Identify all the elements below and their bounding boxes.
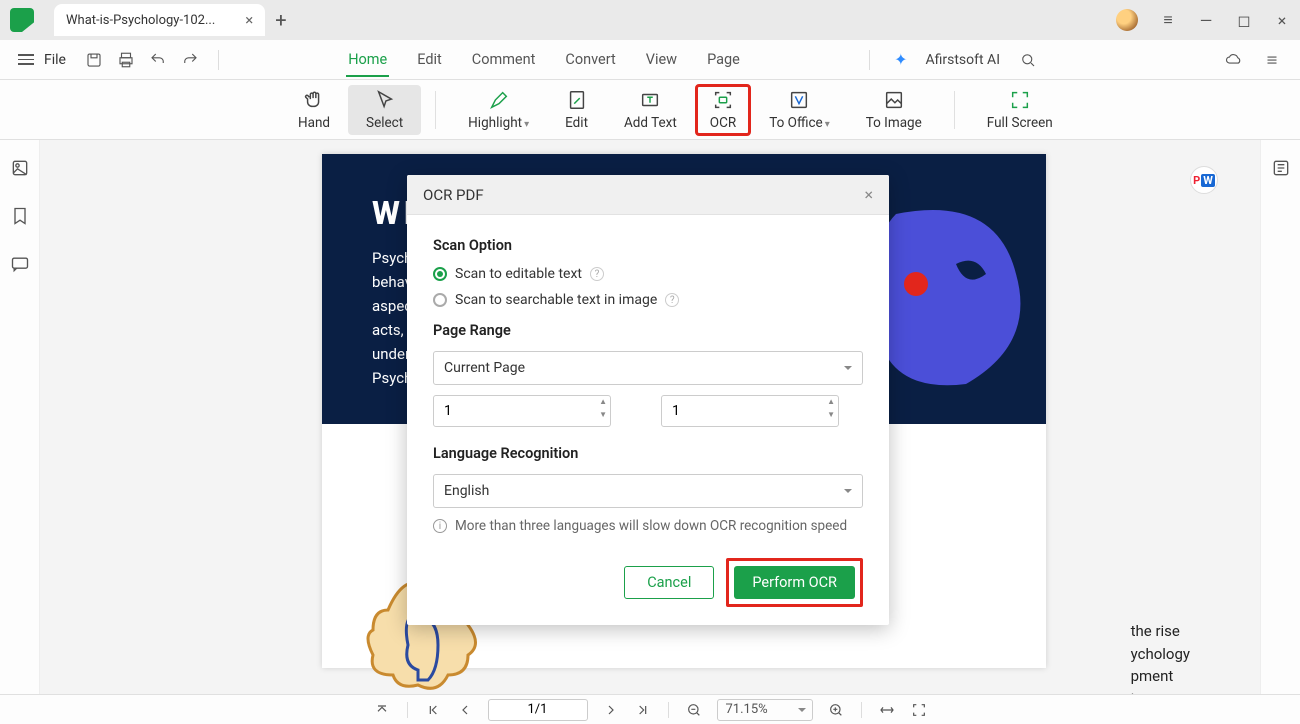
bookmark-icon[interactable] xyxy=(10,206,30,230)
menu-comment[interactable]: Comment xyxy=(470,43,538,76)
toolbar: Hand Select Highlight▾ Edit Add Text OCR… xyxy=(0,80,1300,140)
ai-icon: ✦ xyxy=(894,50,907,69)
statusbar: 71.15% xyxy=(0,694,1300,724)
menu-home[interactable]: Home xyxy=(346,43,389,76)
info-icon[interactable]: ? xyxy=(590,267,604,281)
fit-page-icon[interactable] xyxy=(910,701,928,719)
tool-addtext[interactable]: Add Text xyxy=(606,85,695,135)
dialog-titlebar: OCR PDF × xyxy=(407,175,889,215)
step-down-icon[interactable]: ▼ xyxy=(827,411,835,424)
menu-icon[interactable] xyxy=(18,54,34,65)
new-tab-button[interactable]: + xyxy=(275,8,286,32)
tool-fullscreen[interactable]: Full Screen xyxy=(969,85,1071,135)
page-range-heading: Page Range xyxy=(433,322,863,339)
comments-icon[interactable] xyxy=(10,254,30,278)
language-select[interactable]: English xyxy=(433,474,863,508)
menu-page[interactable]: Page xyxy=(705,43,742,76)
zoom-in-icon[interactable] xyxy=(827,701,845,719)
app-logo xyxy=(10,8,34,32)
tool-edit[interactable]: Edit xyxy=(547,85,606,135)
tool-ocr[interactable]: OCR xyxy=(695,84,751,136)
perform-ocr-highlight: Perform OCR xyxy=(726,558,863,607)
file-menu[interactable]: File xyxy=(44,52,66,68)
ocr-dialog: OCR PDF × Scan Option Scan to editable t… xyxy=(407,175,889,625)
properties-icon[interactable] xyxy=(1271,158,1291,182)
zoom-out-icon[interactable] xyxy=(685,701,703,719)
collapse-icon[interactable] xyxy=(1262,50,1282,70)
first-page-icon[interactable] xyxy=(424,701,442,719)
tool-select[interactable]: Select xyxy=(348,85,421,135)
radio-icon xyxy=(433,293,447,307)
pdf-to-word-badge[interactable]: PW xyxy=(1190,166,1218,194)
tab-close-icon[interactable]: × xyxy=(245,11,253,29)
menu-view[interactable]: View xyxy=(644,43,679,76)
doc-side-text: the rise ychology pment in d ds for xyxy=(1131,620,1190,694)
prev-page-icon[interactable] xyxy=(456,701,474,719)
info-icon[interactable]: ? xyxy=(665,293,679,307)
user-avatar[interactable] xyxy=(1116,9,1138,31)
cloud-icon[interactable] xyxy=(1224,50,1244,70)
titlebar: What-is-Psychology-102... × + ≡ — ◻ × xyxy=(0,0,1300,40)
tool-tooffice[interactable]: To Office▾ xyxy=(751,85,848,135)
step-down-icon[interactable]: ▼ xyxy=(599,411,607,424)
search-icon[interactable] xyxy=(1018,50,1038,70)
redo-icon[interactable] xyxy=(180,50,200,70)
right-rail xyxy=(1260,140,1300,694)
zoom-select[interactable]: 71.15% xyxy=(717,699,813,721)
dialog-close-icon[interactable]: × xyxy=(864,185,873,204)
cancel-button[interactable]: Cancel xyxy=(624,566,714,599)
language-note: i More than three languages will slow do… xyxy=(433,518,863,534)
info-icon: i xyxy=(433,519,447,533)
thumbnails-icon[interactable] xyxy=(10,158,30,182)
page-number-input[interactable] xyxy=(488,699,588,721)
close-window-button[interactable]: × xyxy=(1274,12,1290,28)
left-rail xyxy=(0,140,40,694)
save-icon[interactable] xyxy=(84,50,104,70)
tool-hand[interactable]: Hand xyxy=(280,85,348,135)
page-range-select[interactable]: Current Page xyxy=(433,351,863,385)
scan-option-heading: Scan Option xyxy=(433,237,863,254)
minimize-button[interactable]: — xyxy=(1198,12,1214,28)
radio-icon xyxy=(433,267,447,281)
menu-convert[interactable]: Convert xyxy=(563,43,617,76)
radio-editable[interactable]: Scan to editable text ? xyxy=(433,266,863,282)
fit-width-icon[interactable] xyxy=(878,701,896,719)
dialog-title: OCR PDF xyxy=(423,186,484,204)
scroll-top-icon[interactable] xyxy=(373,701,391,719)
menubar: File Home Edit Comment Convert View Page… xyxy=(0,40,1300,80)
maximize-button[interactable]: ◻ xyxy=(1236,12,1252,28)
menu-edit[interactable]: Edit xyxy=(415,43,444,76)
print-icon[interactable] xyxy=(116,50,136,70)
language-heading: Language Recognition xyxy=(433,445,863,462)
page-to-input[interactable]: 1▲▼ xyxy=(661,395,839,427)
hamburger-icon[interactable]: ≡ xyxy=(1160,12,1176,28)
ai-label[interactable]: Afirstsoft AI xyxy=(925,52,1000,68)
undo-icon[interactable] xyxy=(148,50,168,70)
tool-highlight[interactable]: Highlight▾ xyxy=(450,85,547,135)
page-from-input[interactable]: 1▲▼ xyxy=(433,395,611,427)
document-tab[interactable]: What-is-Psychology-102... × xyxy=(54,4,265,36)
next-page-icon[interactable] xyxy=(602,701,620,719)
last-page-icon[interactable] xyxy=(634,701,652,719)
tool-toimage[interactable]: To Image xyxy=(848,85,940,135)
perform-ocr-button[interactable]: Perform OCR xyxy=(734,566,855,599)
tab-title: What-is-Psychology-102... xyxy=(66,13,215,28)
radio-searchable[interactable]: Scan to searchable text in image ? xyxy=(433,292,863,308)
